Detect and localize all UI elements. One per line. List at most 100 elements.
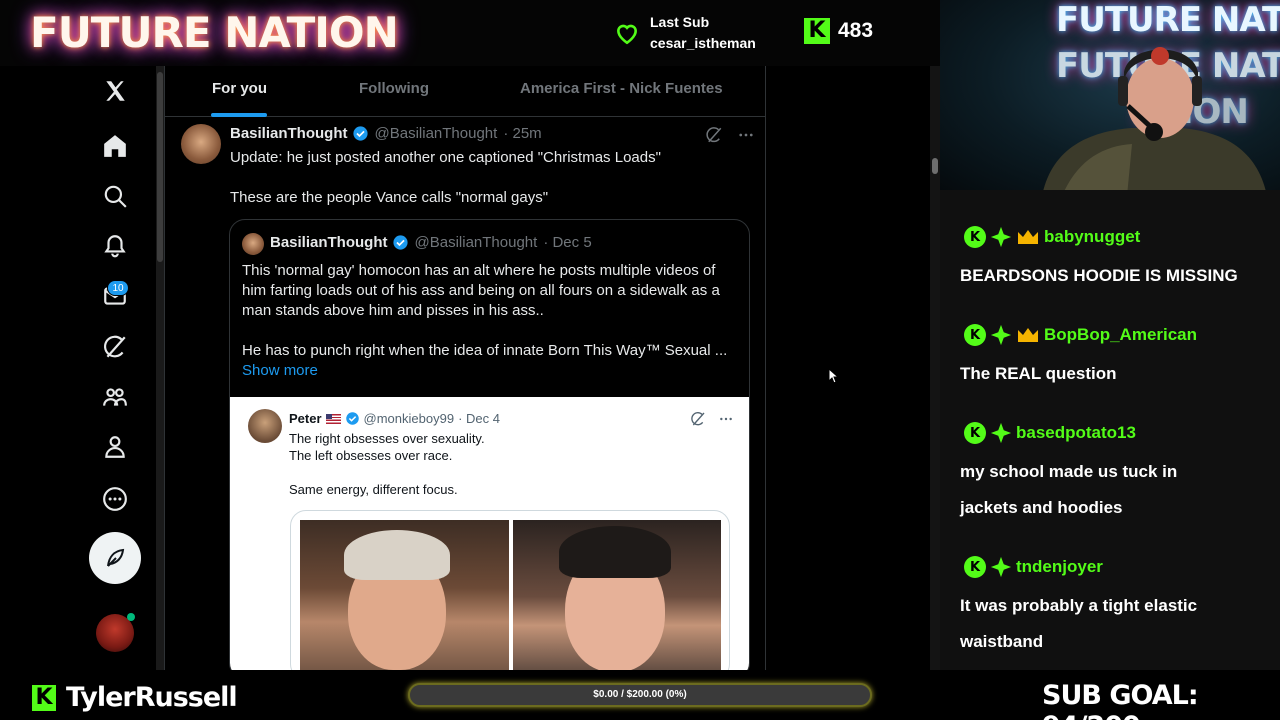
grok-icon[interactable] [705, 126, 723, 144]
media-image[interactable] [513, 520, 721, 670]
nested-text-line: Same energy, different focus. [289, 482, 458, 497]
chat-username-row: K BopBop_American [964, 324, 1197, 346]
chat-username-row: K basedpotato13 [964, 422, 1136, 444]
kick-logo-icon: K [32, 684, 56, 711]
more-options-icon[interactable] [737, 126, 755, 144]
last-sub-widget: Last Sub cesar_istheman [614, 12, 756, 54]
tweet-header: BasilianThought @BasilianThought · 25m [230, 125, 542, 142]
quoted-tweet-header: BasilianThought @BasilianThought · Dec 5 [270, 234, 592, 251]
author-name[interactable]: BasilianThought [230, 125, 348, 142]
chat-message-line: my school made us tuck in [960, 462, 1178, 481]
verified-badge-icon [392, 235, 408, 250]
crown-badge-icon [1018, 328, 1038, 342]
stream-chat: K babynugget BEARDSONS HOODIE IS MISSING… [940, 190, 1280, 670]
quoted-text-line: This 'normal gay' homocon has an alt whe… [242, 262, 716, 279]
sidebar-scrollbar[interactable] [156, 66, 164, 670]
last-sub-label: Last Sub [650, 14, 710, 30]
tab-for-you[interactable]: For you [212, 80, 267, 97]
kick-badge-icon: K [964, 556, 986, 578]
profile-icon[interactable] [90, 422, 140, 472]
author-avatar[interactable] [181, 124, 221, 164]
quoted-tweet[interactable]: BasilianThought @BasilianThought · Dec 5… [229, 219, 750, 670]
nested-quoted-tweet[interactable]: Peter @monkieboy99 · Dec 4 The right obs… [230, 397, 749, 670]
quoted-text-line: He has to punch right when the idea of i… [242, 342, 728, 359]
subscriber-badge-icon [990, 422, 1012, 444]
tab-america-first-list[interactable]: America First - Nick Fuentes [520, 80, 723, 97]
tweet-text-line: Update: he just posted another one capti… [230, 149, 661, 166]
browser-x-page: 10 For you Following America First - Nic… [0, 66, 940, 670]
media-grid[interactable] [290, 510, 730, 670]
home-icon[interactable] [90, 121, 140, 171]
chat-username[interactable]: babynugget [1044, 227, 1140, 247]
kick-badge-icon: K [964, 226, 986, 248]
chat-username[interactable]: tndenjoyer [1016, 557, 1103, 577]
heart-icon [617, 24, 637, 45]
nested-text-line: The right obsesses over sexuality. [289, 431, 485, 446]
mouse-cursor-icon [828, 368, 840, 384]
neon-sign-line: FUTURE NATION [1056, 0, 1280, 40]
author-handle[interactable]: @BasilianThought [375, 125, 498, 142]
stream-bottom-bar: K TylerRussell $0.00 / $200.00 (0%) SUB … [0, 670, 1280, 720]
kick-badge-icon: K [964, 422, 986, 444]
us-flag-icon [325, 413, 341, 424]
streamer-silhouette [1043, 47, 1266, 190]
chat-message-line: It was probably a tight elastic [960, 596, 1198, 615]
chat-message-line: BEARDSONS HOODIE IS MISSING [960, 266, 1238, 285]
nested-tweet-header: Peter @monkieboy99 · Dec 4 [289, 411, 500, 426]
last-sub-name: cesar_istheman [650, 35, 756, 51]
chat-username[interactable]: BopBop_American [1044, 325, 1197, 345]
donation-goal-bar: $0.00 / $200.00 (0%) [408, 683, 872, 707]
donation-goal-label: $0.00 / $200.00 (0%) [593, 689, 687, 700]
chat-message-line: The REAL question [960, 364, 1117, 383]
timeline-feed: For you Following America First - Nick F… [164, 66, 766, 670]
crown-badge-icon [1018, 230, 1038, 244]
search-icon[interactable] [90, 171, 140, 221]
grok-icon[interactable] [90, 322, 140, 372]
media-image[interactable] [300, 520, 509, 670]
stream-top-bar: FUTURE NATION Last Sub cesar_istheman K … [0, 0, 940, 66]
tweet-text-line: These are the people Vance calls "normal… [230, 189, 549, 206]
page-scrollbar[interactable] [930, 66, 940, 670]
quoted-text-line: him farting loads out of his ass and bei… [242, 282, 720, 299]
verified-badge-icon [352, 126, 368, 141]
more-options-icon[interactable] [718, 411, 734, 427]
messages-badge: 10 [107, 280, 129, 296]
quoted-author-name: BasilianThought [270, 234, 388, 251]
sub-goal-counter: SUB GOAL: 94/200 [1042, 680, 1199, 720]
nested-text-line: The left obsesses over race. [289, 448, 453, 463]
streamer-name: TylerRussell [66, 682, 238, 713]
chat-message-line: jackets and hoodies [960, 498, 1123, 517]
tweet-actions [705, 126, 755, 144]
subscriber-badge-icon [990, 556, 1012, 578]
webcam-feed: FUTURE NATION FUTURE NATION ATION [940, 0, 1280, 190]
quoted-author-avatar [242, 233, 264, 255]
nested-author-name: Peter [289, 411, 322, 426]
tweet-time[interactable]: · 25m [503, 125, 541, 142]
subscriber-badge-icon [990, 324, 1012, 346]
brand-logo: FUTURE NATION [30, 8, 399, 57]
nested-tweet-actions [690, 411, 734, 427]
messages-icon[interactable] [90, 271, 140, 321]
active-tab-indicator [211, 113, 267, 117]
communities-icon[interactable] [90, 372, 140, 422]
kick-count-value: 483 [838, 19, 874, 42]
show-more-link[interactable]: Show more [242, 362, 318, 379]
online-status-dot [127, 613, 135, 621]
notifications-bell-icon[interactable] [90, 221, 140, 271]
kick-logo-icon: K [804, 18, 830, 44]
kick-follower-count: K 483 [804, 18, 873, 44]
kick-badge-icon: K [964, 324, 986, 346]
chat-message-line: waistband [960, 632, 1044, 651]
nested-author-avatar [248, 409, 282, 443]
chat-username[interactable]: basedpotato13 [1016, 423, 1136, 443]
chat-username-row: K tndenjoyer [964, 556, 1103, 578]
x-sidebar-nav: 10 [0, 66, 160, 670]
quoted-tweet-date: · Dec 5 [543, 234, 592, 251]
verified-badge-icon [345, 412, 359, 425]
post-button[interactable] [89, 532, 141, 584]
tab-following[interactable]: Following [359, 80, 429, 97]
x-logo-icon[interactable] [90, 66, 140, 116]
grok-icon[interactable] [690, 411, 706, 427]
more-icon[interactable] [90, 474, 140, 524]
subscriber-badge-icon [990, 226, 1012, 248]
